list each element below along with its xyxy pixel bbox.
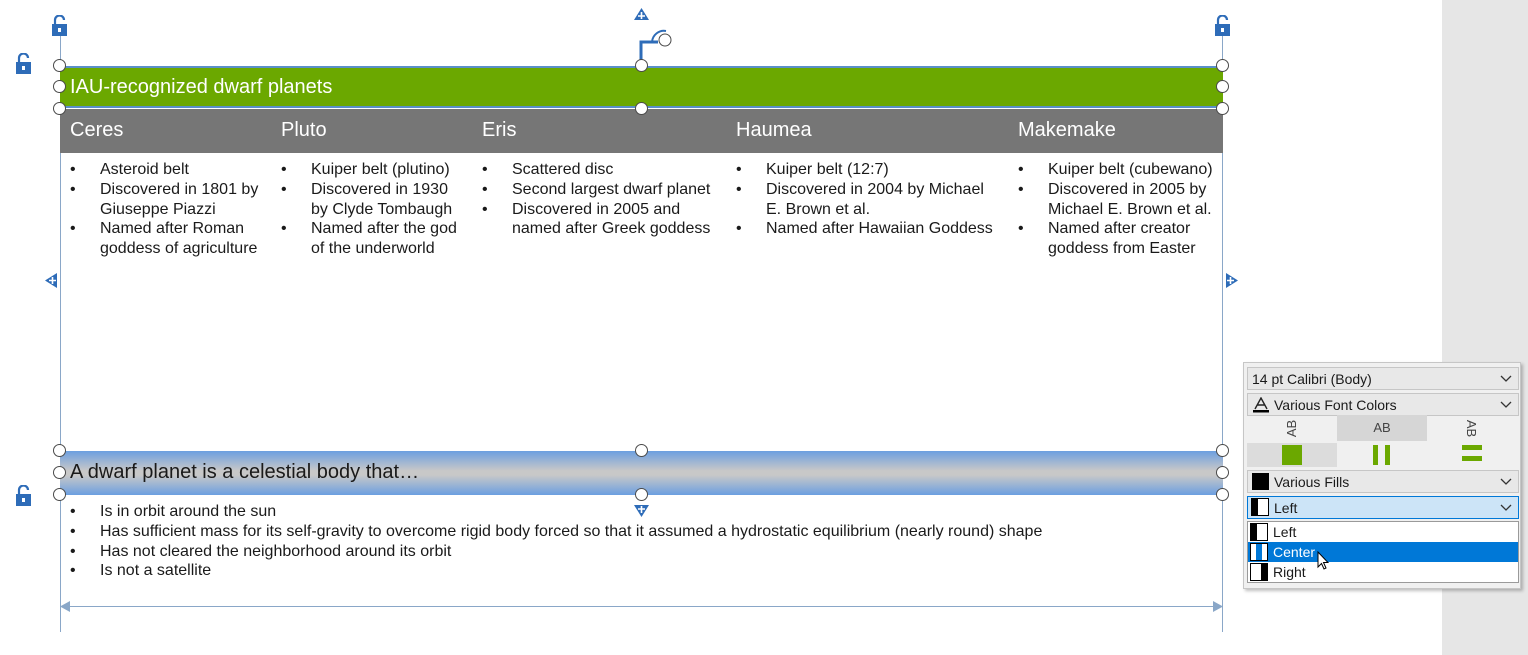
filled-square-icon <box>1282 445 1302 465</box>
text-direction-label: AB <box>1284 419 1300 438</box>
list-item: Has sufficient mass for its self-gravity… <box>70 522 1042 542</box>
list-item: Discovered in 1801 byGiuseppe Piazzi <box>70 180 275 220</box>
chevron-down-icon <box>1500 401 1512 408</box>
resize-handle[interactable] <box>635 59 648 72</box>
lock-icon[interactable] <box>15 485 32 507</box>
column-title-makemake: Makemake <box>1018 119 1116 141</box>
lock-icon[interactable] <box>51 15 68 37</box>
rows-icon <box>1462 445 1482 461</box>
column-body-pluto: Kuiper belt (plutino) Discovered in 1930… <box>281 160 476 259</box>
resize-handle[interactable] <box>1216 488 1229 501</box>
column-body-haumea: Kuiper belt (12:7) Discovered in 2004 by… <box>736 160 1014 239</box>
column-body-ceres: Asteroid belt Discovered in 1801 byGiuse… <box>70 160 275 259</box>
text-direction-rotate-270-button[interactable]: AB <box>1247 415 1337 441</box>
lock-icon[interactable] <box>1214 15 1231 37</box>
column-title-ceres: Ceres <box>70 119 124 141</box>
font-dropdown[interactable]: 14 pt Calibri (Body) <box>1247 367 1519 390</box>
list-item: Is in orbit around the sun <box>70 502 1042 522</box>
resize-handle[interactable] <box>635 444 648 457</box>
column-body-makemake: Kuiper belt (cubewano) Discovered in 200… <box>1018 160 1233 259</box>
list-item: Kuiper belt (plutino) <box>281 160 476 180</box>
expand-left-icon[interactable] <box>45 273 59 288</box>
list-item: Discovered in 2004 by MichaelE. Brown et… <box>736 180 1014 220</box>
slide-title: IAU-recognized dwarf planets <box>70 76 333 98</box>
list-item: Has not cleared the neighborhood around … <box>70 542 1042 562</box>
align-left-icon <box>1251 498 1269 516</box>
column-title-eris: Eris <box>482 119 517 141</box>
chevron-down-icon <box>1500 504 1512 511</box>
font-color-dropdown[interactable]: Various Font Colors <box>1247 393 1519 416</box>
lock-icon[interactable] <box>15 53 32 75</box>
text-direction-label: AB <box>1373 420 1391 435</box>
list-item: Asteroid belt <box>70 160 275 180</box>
column-header-bar[interactable]: Ceres Pluto Eris Haumea Makemake <box>60 109 1223 153</box>
font-dropdown-value: 14 pt Calibri (Body) <box>1252 371 1372 387</box>
resize-handle[interactable] <box>53 59 66 72</box>
list-item: Named after Hawaiian Goddess <box>736 219 1014 239</box>
alignment-value: Left <box>1274 500 1298 516</box>
resize-handle[interactable] <box>53 466 66 479</box>
alignment-option-left[interactable]: Left <box>1248 522 1518 542</box>
resize-handle[interactable] <box>53 80 66 93</box>
width-guide-line <box>64 606 1218 607</box>
alignment-dropdown[interactable]: Left <box>1247 496 1519 519</box>
layout-fill-button[interactable] <box>1247 443 1337 467</box>
font-color-icon <box>1253 397 1269 413</box>
width-arrow-right-icon <box>1213 601 1223 612</box>
chevron-down-icon <box>1500 375 1512 382</box>
alignment-option-center[interactable]: Center <box>1248 542 1518 562</box>
resize-handle[interactable] <box>635 102 648 115</box>
align-right-icon <box>1250 563 1268 581</box>
columns-icon <box>1373 445 1390 465</box>
resize-handle[interactable] <box>635 488 648 501</box>
alignment-option-right[interactable]: Right <box>1248 562 1518 582</box>
text-direction-rotate-90-button[interactable]: AB <box>1427 415 1517 441</box>
column-body-eris: Scattered disc Second largest dwarf plan… <box>482 160 732 239</box>
list-item: Is not a satellite <box>70 561 1042 581</box>
expand-up-icon[interactable] <box>634 8 649 22</box>
list-item: Second largest dwarf planet <box>482 180 732 200</box>
list-item: Named after creatorgoddess from Easter <box>1018 219 1233 259</box>
list-item: Kuiper belt (cubewano) <box>1018 160 1233 180</box>
list-item: Kuiper belt (12:7) <box>736 160 1014 180</box>
format-panel: 14 pt Calibri (Body) Various Font Colors… <box>1243 362 1521 589</box>
mouse-cursor-icon <box>1317 551 1329 570</box>
resize-handle[interactable] <box>53 444 66 457</box>
layout-columns-button[interactable] <box>1337 443 1427 467</box>
list-item: Named after the godof the underworld <box>281 219 476 259</box>
resize-handle[interactable] <box>53 102 66 115</box>
align-left-icon <box>1250 523 1268 541</box>
column-title-haumea: Haumea <box>736 119 812 141</box>
resize-handle[interactable] <box>1216 102 1229 115</box>
font-color-value: Various Font Colors <box>1274 397 1397 413</box>
width-arrow-left-icon <box>60 601 70 612</box>
resize-handle[interactable] <box>1216 80 1229 93</box>
layout-rows-button[interactable] <box>1427 443 1517 467</box>
text-direction-label: AB <box>1464 419 1480 438</box>
resize-handle[interactable] <box>53 488 66 501</box>
alignment-options-list: Left Center Right <box>1247 521 1519 583</box>
resize-handle[interactable] <box>1216 466 1229 479</box>
fill-value: Various Fills <box>1274 474 1350 490</box>
list-item: Named after Romangoddess of agriculture <box>70 219 275 259</box>
definition-body: Is in orbit around the sun Has sufficien… <box>70 502 1042 581</box>
expand-right-icon[interactable] <box>1224 273 1238 288</box>
resize-handle[interactable] <box>1216 444 1229 457</box>
fill-dropdown[interactable]: Various Fills <box>1247 470 1519 493</box>
chevron-down-icon <box>1500 478 1512 485</box>
definition-title: A dwarf planet is a celestial body that… <box>70 461 420 483</box>
column-title-pluto: Pluto <box>281 119 327 141</box>
text-direction-horizontal-button[interactable]: AB <box>1337 415 1427 441</box>
list-item: Scattered disc <box>482 160 732 180</box>
list-item: Discovered in 2005 byMichael E. Brown et… <box>1018 180 1233 220</box>
list-item: Discovered in 2005 andnamed after Greek … <box>482 200 732 240</box>
list-item: Discovered in 1930by Clyde Tombaugh <box>281 180 476 220</box>
fill-swatch-icon <box>1252 473 1269 490</box>
align-center-icon <box>1250 543 1268 561</box>
resize-handle[interactable] <box>1216 59 1229 72</box>
